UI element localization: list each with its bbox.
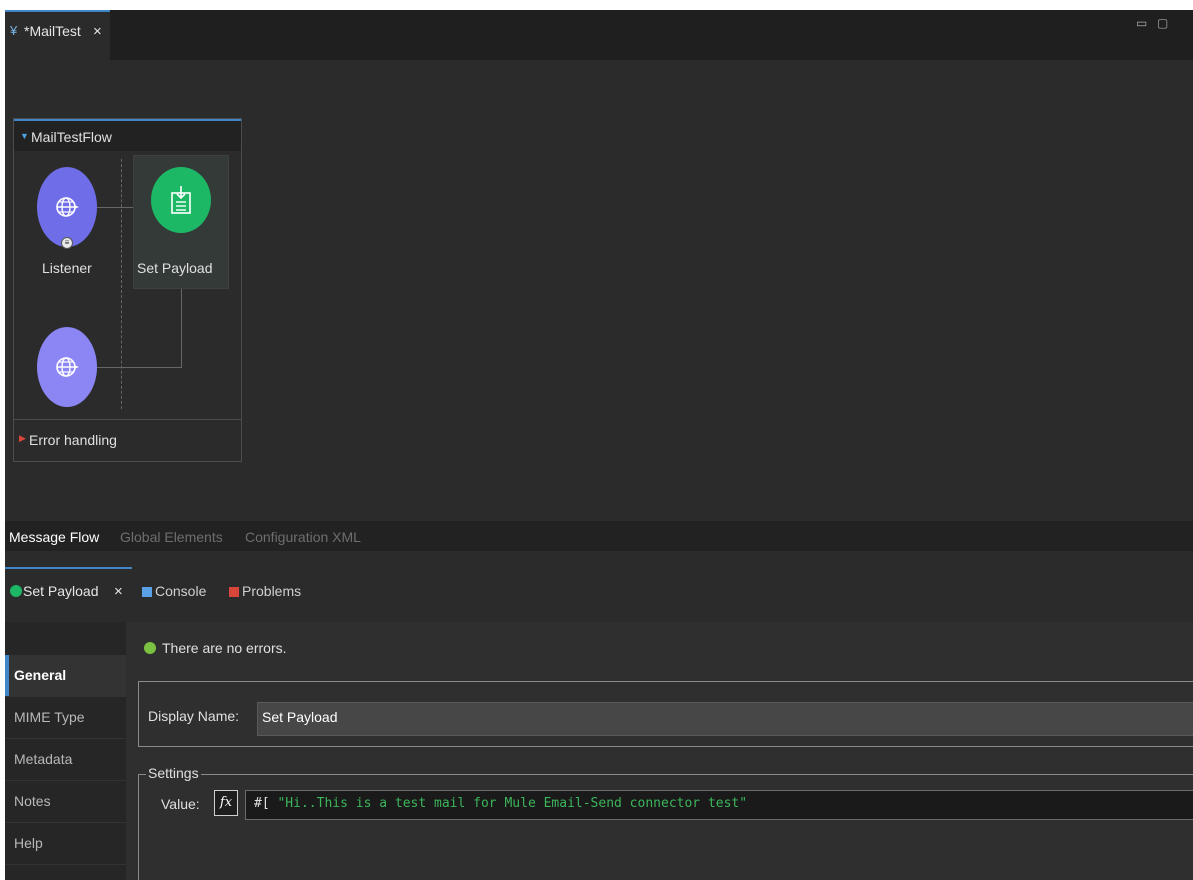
globe-icon [56, 357, 79, 377]
set-payload-icon [10, 585, 22, 597]
close-icon[interactable]: × [114, 583, 123, 600]
flow-name: MailTestFlow [31, 129, 112, 145]
maximize-icon[interactable]: ▢ [1157, 16, 1168, 30]
flow-header[interactable]: ▼ MailTestFlow [14, 119, 241, 151]
tab-console[interactable]: Console [142, 583, 206, 599]
expression-toggle-button[interactable]: fx [214, 790, 238, 816]
source-badge-icon: ≡ [61, 237, 73, 249]
editor-view-tabs: Message Flow Global Elements Configurati… [5, 521, 1193, 551]
check-icon [144, 642, 156, 654]
sidebar-item-mime-type[interactable]: MIME Type [5, 697, 126, 739]
tab-global-elements[interactable]: Global Elements [120, 529, 223, 545]
properties-tab-bar: Set Payload × Console Problems [5, 567, 1193, 622]
set-payload-node[interactable] [151, 167, 211, 233]
editor-tab-strip: ¥ *MailTest × ▭ ▢ [5, 10, 1193, 60]
collapse-triangle-icon[interactable]: ▼ [20, 131, 29, 141]
properties-sidebar: General MIME Type Metadata Notes Help [5, 622, 126, 880]
set-payload-icon [171, 186, 191, 214]
value-expression-field[interactable]: #[ "Hi..This is a test mail for Mule Ema… [245, 790, 1193, 820]
tab-set-payload[interactable]: Set Payload × [5, 567, 132, 622]
tab-problems[interactable]: Problems [229, 583, 301, 599]
minimize-icon[interactable]: ▭ [1136, 16, 1147, 30]
expression-prefix: #[ [254, 796, 278, 811]
sidebar-item-metadata[interactable]: Metadata [5, 739, 126, 781]
sidebar-item-help[interactable]: Help [5, 823, 126, 865]
connector-line [181, 289, 182, 367]
properties-panel: General MIME Type Metadata Notes Help Th… [5, 622, 1193, 880]
tab-label: Set Payload [23, 583, 99, 599]
error-handling-section[interactable]: ▶ Error handling [14, 420, 241, 461]
listener-label: Listener [42, 260, 92, 276]
connector-line [97, 367, 182, 368]
editor-tab-label: *MailTest [24, 23, 81, 39]
globe-icon [56, 197, 79, 217]
display-name-group: Display Name: Set Payload [138, 681, 1193, 747]
display-name-label: Display Name: [148, 708, 240, 724]
expression-string: "Hi..This is a test mail for Mule Email-… [277, 796, 748, 811]
editor-tab-mailtest[interactable]: ¥ *MailTest × [5, 10, 110, 60]
set-payload-label: Set Payload [137, 260, 213, 276]
flow-container[interactable]: ▼ MailTestFlow ≡ Listener Set Payload ▶ … [13, 118, 242, 462]
ide-window: ¥ *MailTest × ▭ ▢ ▼ MailTestFlow ≡ Liste… [5, 10, 1193, 880]
tab-configuration-xml[interactable]: Configuration XML [245, 529, 361, 545]
problems-icon [229, 587, 239, 597]
expand-triangle-icon[interactable]: ▶ [19, 433, 26, 444]
display-name-field[interactable]: Set Payload [257, 702, 1193, 736]
flow-divider [121, 159, 122, 409]
tab-message-flow[interactable]: Message Flow [9, 529, 99, 545]
listener-node[interactable] [37, 167, 97, 247]
sidebar-item-notes[interactable]: Notes [5, 781, 126, 823]
error-handling-label: Error handling [29, 432, 117, 448]
settings-legend: Settings [146, 765, 201, 781]
close-icon[interactable]: × [93, 23, 102, 40]
sidebar-item-general[interactable]: General [5, 655, 126, 697]
console-icon [142, 587, 152, 597]
source-node[interactable] [37, 327, 97, 407]
validation-status: There are no errors. [144, 640, 287, 656]
value-label: Value: [161, 796, 200, 812]
mule-project-icon: ¥ [10, 23, 18, 38]
